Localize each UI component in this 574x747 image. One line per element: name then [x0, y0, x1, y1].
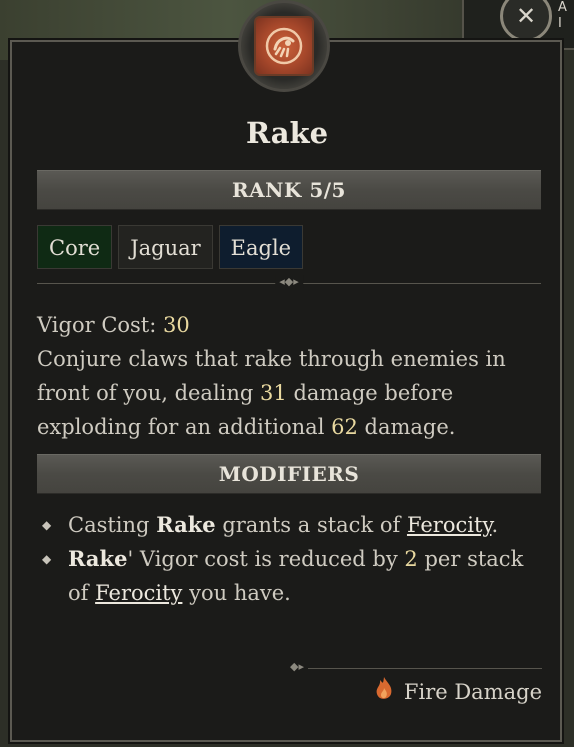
- description-text-3: damage.: [364, 415, 456, 439]
- modifier-text: .: [491, 513, 499, 537]
- modifier-text: grants a stack of: [222, 513, 401, 537]
- modifier-item: ◆ Casting Rake grants a stack of Ferocit…: [40, 508, 545, 542]
- modifier-value: 2: [404, 547, 418, 571]
- ferocity-link[interactable]: Ferocity: [407, 513, 492, 537]
- vigor-cost-value: 30: [163, 313, 190, 337]
- modifier-item: ◆ Rake' Vigor cost is reduced by 2 per s…: [40, 542, 545, 610]
- rank-bar: RANK 5/5: [37, 170, 541, 210]
- tag-jaguar: Jaguar: [118, 225, 213, 269]
- divider-ornament-icon: ◂◆▸: [275, 275, 303, 288]
- section-divider: ◂◆▸: [37, 275, 541, 288]
- fire-icon: [374, 676, 394, 707]
- bullet-icon: ◆: [42, 552, 52, 566]
- crossed-weapons-icon[interactable]: ✕: [500, 0, 552, 42]
- rake-claw-icon: [254, 16, 314, 76]
- skill-description: Vigor Cost: 30 Conjure claws that rake t…: [37, 308, 547, 444]
- damage-type: Fire Damage: [374, 676, 542, 707]
- corner-hud-text: AI: [558, 0, 567, 31]
- skill-name-ref: Rake: [156, 512, 216, 537]
- damage-type-label: Fire Damage: [403, 679, 542, 704]
- skill-tags: Core Jaguar Eagle: [37, 225, 304, 269]
- bullet-icon: ◆: [42, 518, 52, 532]
- damage-value-2: 62: [331, 415, 358, 439]
- tag-eagle: Eagle: [218, 225, 304, 269]
- damage-value-1: 31: [260, 381, 287, 405]
- modifiers-list: ◆ Casting Rake grants a stack of Ferocit…: [40, 508, 545, 610]
- vigor-cost-label: Vigor Cost:: [37, 313, 157, 337]
- modifiers-header: MODIFIERS: [37, 454, 541, 494]
- skill-name-ref: Rake: [68, 546, 128, 571]
- ferocity-link[interactable]: Ferocity: [95, 581, 182, 605]
- modifier-text: ' Vigor cost is reduced by: [127, 547, 398, 571]
- skill-icon-frame: [238, 0, 330, 92]
- divider-ornament-icon: ◆▸: [290, 660, 308, 673]
- modifier-text: Casting: [68, 513, 150, 537]
- footer-divider: ◆▸: [290, 660, 542, 673]
- skill-title: Rake: [245, 116, 329, 150]
- tag-core: Core: [37, 225, 113, 269]
- modifier-text: you have.: [189, 581, 291, 605]
